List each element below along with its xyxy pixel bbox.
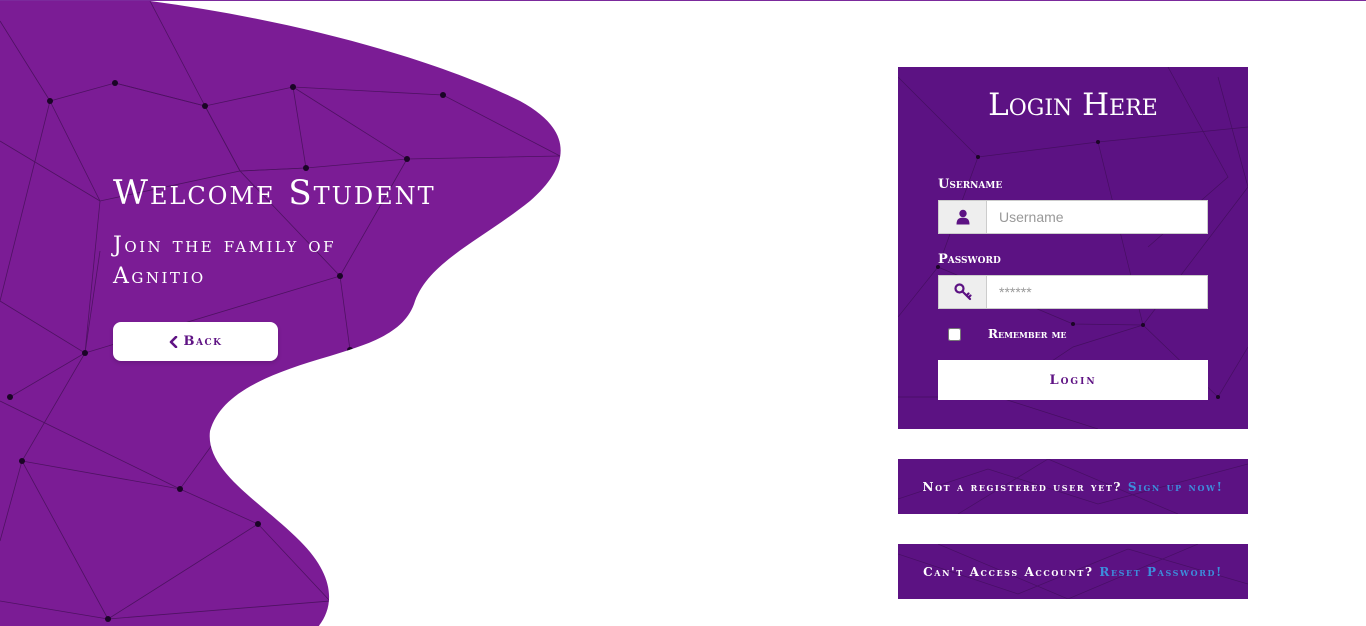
reset-prompt-text: Can't Access Account? <box>923 564 1094 579</box>
username-label: Username <box>938 177 1003 192</box>
login-button[interactable]: Login <box>938 360 1208 400</box>
chevron-left-icon <box>169 335 178 348</box>
key-icon <box>939 276 987 308</box>
reset-panel: Can't Access Account? Reset Password! <box>898 544 1248 599</box>
welcome-subtitle: Join the family of Agnitio <box>113 233 337 289</box>
back-button[interactable]: Back <box>113 322 278 361</box>
user-icon <box>939 201 987 233</box>
login-page: Welcome Student Join the family of Agnit… <box>0 0 1366 626</box>
password-input[interactable] <box>987 276 1207 308</box>
username-input[interactable] <box>987 201 1207 233</box>
back-button-label: Back <box>183 334 223 349</box>
signup-link[interactable]: Sign up now! <box>1128 480 1224 494</box>
remember-me-row: Remember me <box>948 327 1067 341</box>
reset-prompt: Can't Access Account? Reset Password! <box>923 565 1223 579</box>
remember-me-checkbox[interactable] <box>948 327 961 341</box>
login-title: Login Here <box>988 87 1158 123</box>
hero-background <box>0 1 561 626</box>
signup-prompt-text: Not a registered user yet? <box>922 479 1123 494</box>
username-input-group <box>938 200 1208 234</box>
signup-panel: Not a registered user yet? Sign up now! <box>898 459 1248 514</box>
login-panel: Login Here Username Password <box>898 67 1248 429</box>
password-label: Password <box>938 252 1001 267</box>
reset-password-link[interactable]: Reset Password! <box>1099 565 1223 579</box>
welcome-title: Welcome Student <box>113 173 436 213</box>
password-input-group <box>938 275 1208 309</box>
hero-wave-shape <box>0 1 561 626</box>
signup-prompt: Not a registered user yet? Sign up now! <box>923 480 1224 494</box>
remember-me-label: Remember me <box>988 327 1067 341</box>
